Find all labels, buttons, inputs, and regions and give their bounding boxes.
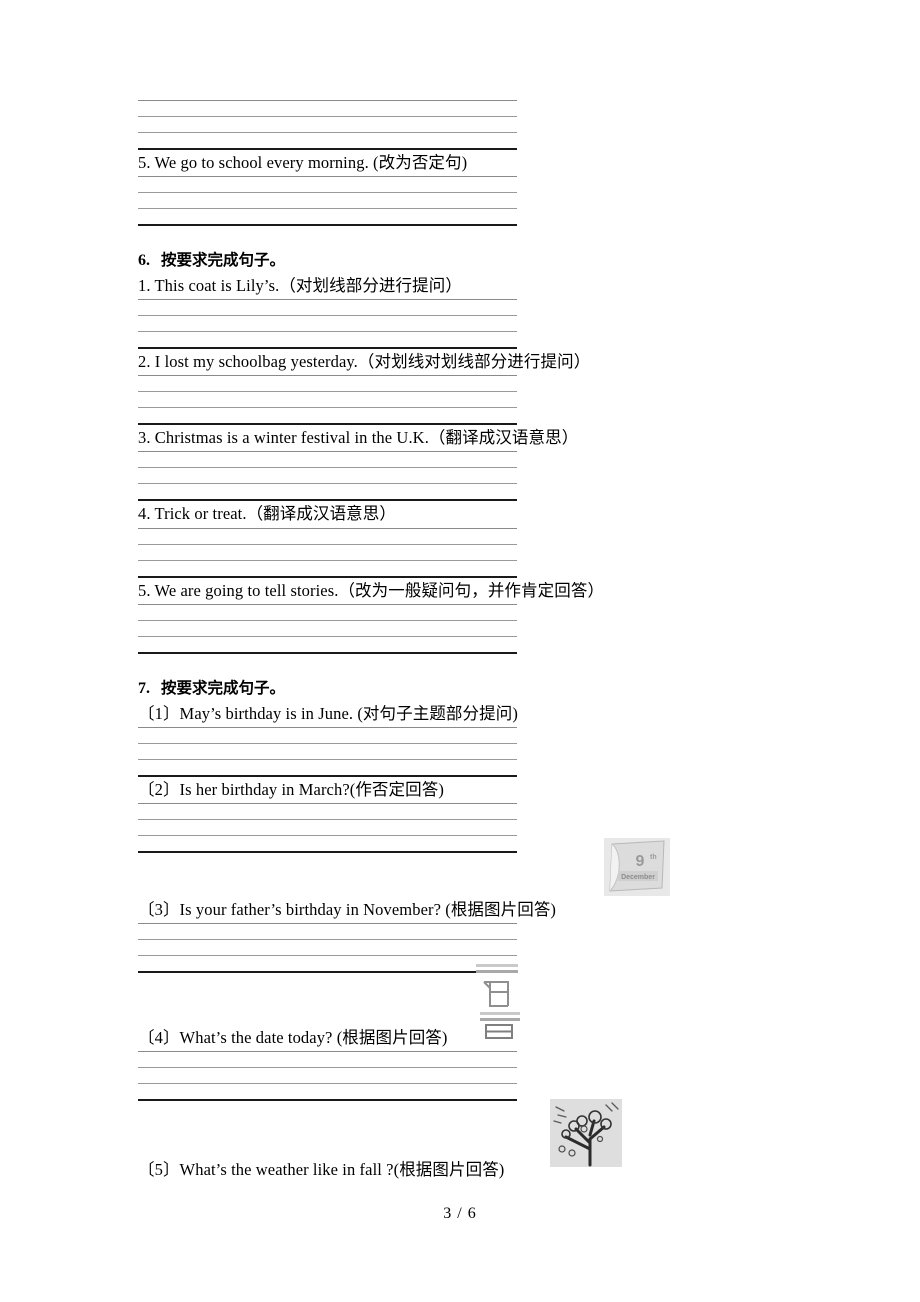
question-text: 〔3〕Is your father’s birthday in November… — [138, 899, 557, 919]
answer-rule — [138, 391, 517, 393]
question-text: 2. I lost my schoolbag yesterday.（对划线对划线… — [138, 352, 591, 372]
section-6: 6. 按要求完成句子。 1. This coat is Lily’s.（对划线部… — [138, 248, 838, 654]
answer-rule-bold — [138, 850, 517, 853]
answer-rule — [138, 742, 517, 744]
section-7-number: 7. — [138, 679, 150, 697]
image-spacer — [138, 1101, 838, 1157]
question-block: 〔1〕May’s birthday is in June. (对句子主题部分提问… — [138, 701, 838, 777]
section-6-title: 按要求完成句子。 — [161, 251, 286, 270]
answer-rule — [138, 375, 517, 377]
answer-rule — [138, 726, 517, 728]
answer-rule — [138, 922, 517, 924]
answer-rule — [138, 116, 517, 117]
answer-rule — [138, 1083, 517, 1085]
page-number-footer: 3 / 6 — [443, 1205, 477, 1222]
answer-rule — [138, 1067, 517, 1069]
question-block: 1. This coat is Lily’s.（对划线部分进行提问） — [138, 273, 838, 350]
question-text: 〔1〕May’s birthday is in June. (对句子主题部分提问… — [138, 703, 518, 723]
answer-rule — [138, 1051, 517, 1053]
carryover-answer-lines-top — [138, 100, 838, 150]
question-block: 〔5〕What’s the weather like in fall ?(根据图… — [138, 1157, 838, 1183]
answer-rule — [138, 192, 517, 194]
question-text: 〔2〕Is her birthday in March?(作否定回答) — [138, 779, 444, 799]
answer-rule — [138, 543, 517, 545]
question-block: 3. Christmas is a winter festival in the… — [138, 425, 838, 502]
answer-rule — [138, 635, 517, 637]
section-7: 7. 按要求完成句子。 〔1〕May’s birthday is in June… — [138, 676, 838, 1184]
answer-rule — [138, 758, 517, 760]
fall-tree-weather-image — [550, 1099, 622, 1167]
answer-rule — [138, 299, 517, 301]
answer-rule-group — [138, 726, 517, 777]
section-6-number: 6. — [138, 252, 150, 270]
answer-rule-group — [138, 375, 517, 426]
svg-text:December: December — [621, 874, 655, 881]
answer-rule — [138, 938, 517, 940]
answer-rule — [138, 315, 517, 317]
answer-rule — [138, 331, 517, 333]
answer-rule-bold — [138, 651, 517, 654]
question-text: 5. We go to school every morning. (改为否定句… — [138, 153, 468, 172]
answer-rule — [138, 100, 517, 101]
answer-rule-group — [138, 176, 517, 227]
question-text: 〔5〕What’s the weather like in fall ?(根据图… — [138, 1160, 505, 1180]
answer-rule — [138, 818, 517, 820]
answer-rule-bold — [138, 224, 517, 227]
answer-rule-group — [138, 451, 517, 502]
question-block: 〔2〕Is her birthday in March?(作否定回答) — [138, 777, 838, 853]
answer-rule — [138, 603, 517, 605]
answer-rule — [138, 527, 517, 529]
answer-rule — [138, 619, 517, 621]
carryover-question-block: 5. We go to school every morning. (改为否定句… — [138, 150, 838, 227]
svg-text:th: th — [650, 854, 657, 861]
question-block: 4. Trick or treat.（翻译成汉语意思） — [138, 501, 838, 578]
section-6-heading: 6. 按要求完成句子。 — [138, 248, 838, 273]
answer-rule-group — [138, 527, 517, 578]
answer-rule — [138, 467, 517, 469]
answer-rule — [138, 176, 517, 178]
answer-rule — [138, 834, 517, 836]
section-7-heading: 7. 按要求完成句子。 — [138, 676, 838, 701]
answer-rule — [138, 954, 517, 956]
answer-rule-bold — [138, 970, 517, 973]
answer-rule-group — [138, 922, 517, 973]
answer-rule — [138, 483, 517, 485]
question-text: 3. Christmas is a winter festival in the… — [138, 428, 579, 448]
answer-rule — [138, 407, 517, 409]
question-block: 5. We are going to tell stories.（改为一般疑问句… — [138, 578, 838, 654]
question-text: 4. Trick or treat.（翻译成汉语意思） — [138, 504, 396, 524]
image-spacer — [138, 853, 838, 897]
section-7-title: 按要求完成句子。 — [161, 678, 286, 697]
answer-rule-group — [138, 100, 517, 150]
answer-rule — [138, 132, 517, 133]
answer-rule — [138, 559, 517, 561]
answer-rule-group — [138, 1051, 517, 1102]
answer-rule-group — [138, 603, 517, 654]
answer-rule-group — [138, 299, 517, 350]
answer-rule-bold — [138, 1099, 517, 1102]
svg-text:9: 9 — [636, 853, 645, 870]
calendar-december-image: 9 th December — [604, 838, 670, 896]
answer-rule — [138, 802, 517, 804]
question-text: 1. This coat is Lily’s.（对划线部分进行提问） — [138, 276, 462, 296]
question-block: 2. I lost my schoolbag yesterday.（对划线对划线… — [138, 349, 838, 426]
answer-rule-group — [138, 802, 517, 853]
question-text: 5. We are going to tell stories.（改为一般疑问句… — [138, 580, 605, 600]
answer-rule — [138, 208, 517, 210]
answer-rule — [138, 451, 517, 453]
document-page: 5. We go to school every morning. (改为否定句… — [0, 0, 920, 1302]
chinese-date-watermark-image — [474, 962, 526, 1040]
